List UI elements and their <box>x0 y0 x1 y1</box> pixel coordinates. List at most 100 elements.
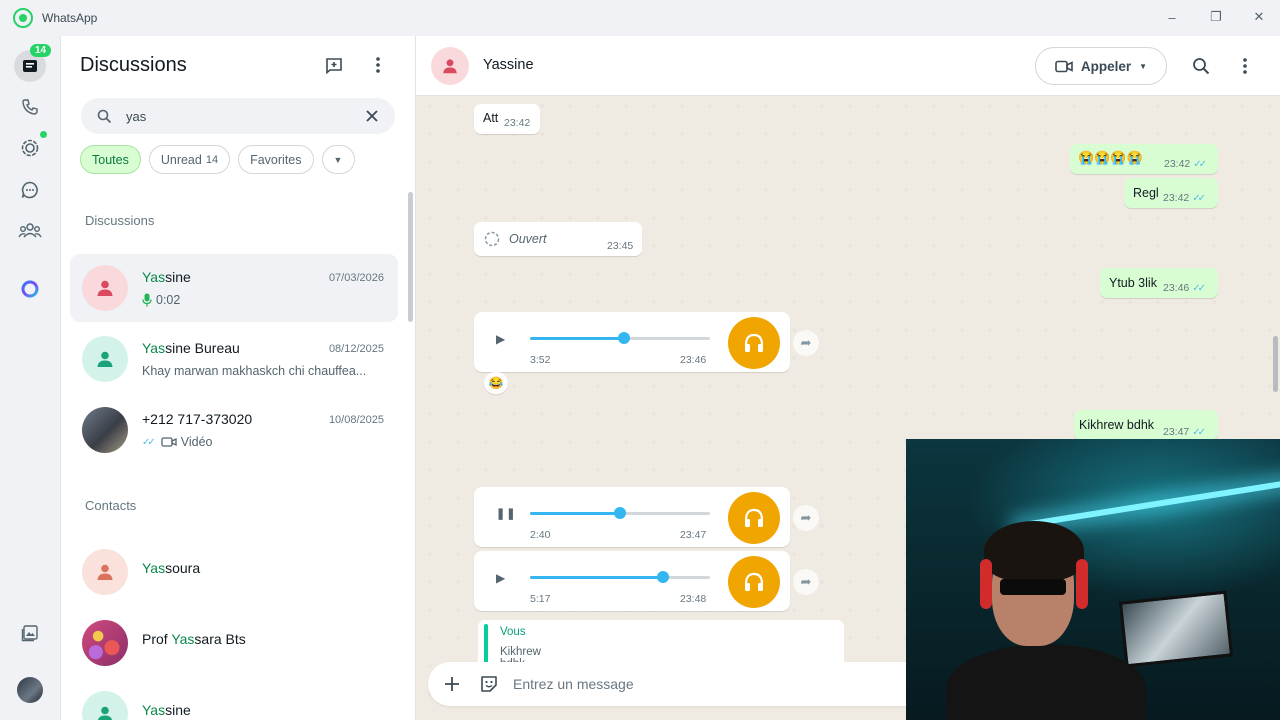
filter-all-chip[interactable]: Toutes <box>80 145 141 174</box>
profile-avatar <box>17 677 43 703</box>
contact-row[interactable]: Yassine <box>70 680 398 720</box>
media-gallery-icon <box>21 625 38 642</box>
conversation-scrollbar[interactable] <box>1273 336 1278 392</box>
minimize-button[interactable]: – <box>1160 6 1184 28</box>
communities-nav-button[interactable] <box>14 214 46 246</box>
attach-button[interactable] <box>438 670 466 698</box>
calls-nav-button[interactable] <box>14 91 46 123</box>
conversation-header: Yassine Appeler ▼ <box>416 36 1280 96</box>
outgoing-message[interactable]: Regl 23:42 ✓✓ <box>1124 178 1218 208</box>
person-icon <box>443 59 457 74</box>
chats-icon <box>23 60 37 72</box>
search-conversation-button[interactable] <box>1187 52 1215 80</box>
contact-avatar[interactable] <box>431 47 469 85</box>
forward-button[interactable]: ➦ <box>793 505 819 531</box>
restore-button[interactable]: ❐ <box>1204 6 1228 28</box>
avatar <box>82 549 128 595</box>
webcam-person-body <box>946 644 1146 720</box>
close-window-button[interactable]: ✕ <box>1247 6 1271 28</box>
contact-row[interactable]: Yassoura <box>70 538 398 606</box>
voice-message[interactable]: ▶ 5:17 23:48 <box>474 551 790 611</box>
more-vertical-icon <box>376 57 380 73</box>
video-call-icon <box>1055 60 1073 72</box>
conversation-menu-button[interactable] <box>1231 52 1259 80</box>
chat-row[interactable]: Yassine 07/03/2026 0:02 <box>70 254 398 322</box>
double-check-icon: ✓✓ <box>1192 283 1206 294</box>
unread-badge: 14 <box>30 44 52 57</box>
search-box[interactable]: yas <box>81 98 395 134</box>
more-vertical-icon <box>1243 58 1247 74</box>
pause-icon[interactable]: ❚❚ <box>496 507 516 520</box>
voice-progress-track[interactable] <box>530 332 710 344</box>
new-chat-icon <box>326 58 342 75</box>
chat-row[interactable]: +212 717-373020 10/08/2025 ✓✓ Vidéo <box>70 396 398 464</box>
voice-progress-knob[interactable] <box>614 507 626 519</box>
status-icon <box>21 139 39 157</box>
avatar <box>82 336 128 382</box>
contact-row[interactable]: Prof Yassara Bts <box>70 609 398 677</box>
double-check-icon: ✓✓ <box>1193 159 1207 170</box>
headphones-icon <box>744 333 764 352</box>
more-filters-button[interactable]: ▼ <box>321 145 355 174</box>
voice-progress-knob[interactable] <box>657 571 670 583</box>
double-check-icon: ✓✓ <box>1192 427 1206 438</box>
headphones-icon <box>744 508 764 527</box>
voice-progress-track[interactable] <box>530 571 710 583</box>
section-heading-contacts: Contacts <box>85 498 137 513</box>
filter-unread-chip[interactable]: Unread 14 <box>148 145 231 174</box>
media-nav-button[interactable] <box>14 617 46 649</box>
reply-preview[interactable]: Vous Kikhrew bdhk <box>478 620 844 670</box>
chevron-down-icon: ▼ <box>333 154 343 165</box>
section-heading-discussions: Discussions <box>85 213 155 228</box>
list-menu-button[interactable] <box>364 51 392 79</box>
contact-name[interactable]: Yassine <box>483 57 534 73</box>
voice-progress-knob[interactable] <box>617 332 630 344</box>
contact-name: Yassine <box>142 702 191 718</box>
search-icon <box>1193 58 1210 75</box>
forward-icon: ➦ <box>800 510 812 525</box>
voice-duration: 2:40 <box>530 529 551 541</box>
incoming-poll-message[interactable]: Ouvert 23:45 <box>474 222 642 256</box>
meta-ai-button[interactable] <box>14 273 46 305</box>
voice-message[interactable]: ❚❚ 2:40 23:47 <box>474 487 790 547</box>
search-input[interactable]: yas <box>126 109 146 124</box>
chat-date: 10/08/2025 <box>328 414 384 426</box>
voice-duration: 5:17 <box>530 593 551 605</box>
voice-progress-track[interactable] <box>530 507 710 519</box>
contact-name: Yassoura <box>142 560 201 576</box>
webcam-person-hair <box>984 521 1084 581</box>
status-new-dot <box>40 131 47 138</box>
new-chat-button[interactable] <box>320 51 348 79</box>
chat-row[interactable]: Yassine Bureau 08/12/2025 Khay marwan ma… <box>70 325 398 393</box>
person-icon <box>97 351 113 367</box>
channels-nav-button[interactable] <box>14 174 46 206</box>
play-icon[interactable]: ▶ <box>496 332 505 346</box>
sticker-button[interactable] <box>475 670 503 698</box>
search-icon <box>97 109 112 124</box>
outgoing-message[interactable]: Ytub 3lik 23:46 ✓✓ <box>1100 268 1218 298</box>
chat-date: 07/03/2026 <box>328 272 384 284</box>
contact-name: Prof Yassara Bts <box>142 631 246 647</box>
reply-accent-bar <box>484 624 488 664</box>
chat-name: +212 717-373020 <box>142 411 253 427</box>
avatar <box>82 265 128 311</box>
profile-button[interactable] <box>14 674 46 706</box>
chat-name: Yassine Bureau <box>142 340 240 356</box>
clear-search-icon[interactable] <box>366 110 378 122</box>
filter-chips: Toutes Unread 14 Favorites ▼ <box>80 145 355 174</box>
avatar <box>82 620 128 666</box>
message-reaction[interactable]: 😂 <box>484 372 508 394</box>
navigation-rail: 14 <box>0 36 61 720</box>
title-bar: WhatsApp – ❐ ✕ <box>0 0 1280 36</box>
incoming-message[interactable]: Att 23:42 <box>474 104 540 134</box>
message-input[interactable]: Entrez un message <box>513 676 634 692</box>
play-icon[interactable]: ▶ <box>496 571 505 585</box>
list-scrollbar[interactable] <box>408 192 413 322</box>
outgoing-message[interactable]: Kikhrew bdhk 23:47 ✓✓ <box>1074 410 1218 440</box>
forward-button[interactable]: ➦ <box>793 569 819 595</box>
voice-message[interactable]: ▶ 3:52 23:46 <box>474 312 790 372</box>
outgoing-message[interactable]: 😭😭😭😭 23:42 ✓✓ <box>1070 144 1218 174</box>
filter-favorites-chip[interactable]: Favorites <box>238 145 314 174</box>
forward-button[interactable]: ➦ <box>793 330 819 356</box>
call-button[interactable]: Appeler ▼ <box>1035 47 1167 85</box>
